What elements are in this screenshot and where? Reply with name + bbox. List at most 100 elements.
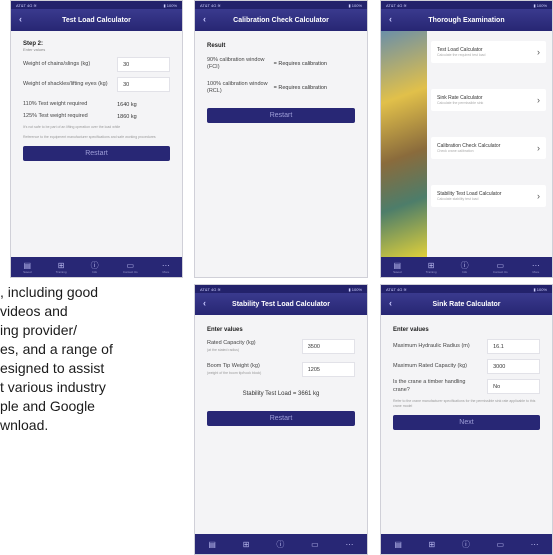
back-icon[interactable]: ‹ [203, 14, 206, 24]
page-title: Stability Test Load Calculator [232, 300, 330, 308]
training-icon: ⊞ [427, 260, 435, 270]
status-bar: AT&T 4G ≋ ▮ 100% [381, 1, 552, 9]
list-item-calibration[interactable]: Calibration Check Calculator Check crane … [431, 137, 546, 159]
list-sub: Check crane calibration [437, 149, 474, 153]
tab-more[interactable]: ⋯ [346, 540, 354, 549]
tab-saved[interactable]: ▤ Saved [23, 261, 32, 274]
row-label: 90% calibration window (FCI) [207, 57, 265, 71]
contact-icon: ▭ [126, 260, 135, 270]
result-value: 1640 kg [117, 101, 137, 108]
status-bar: AT&T 4G ≋ ▮ 100% [195, 285, 367, 293]
back-icon[interactable]: ‹ [203, 298, 206, 308]
nav-bar: ‹ Calibration Check Calculator [195, 9, 367, 31]
training-icon: ⊞ [428, 539, 436, 549]
note: Refer to the crane manufacturer specific… [393, 399, 536, 408]
nav-bar: ‹ Sink Rate Calculator [381, 293, 552, 315]
tab-contact[interactable]: ▭ [496, 540, 504, 549]
list-sub: Calculate the required test load [437, 53, 486, 57]
tab-bar: ▤ Saved ⊞ Training ⓘ Info ▭ Contact Us ⋯ More [11, 257, 182, 277]
info-icon: ⓘ [461, 539, 470, 549]
article-line: wnload. [0, 417, 49, 433]
saved-icon: ▤ [393, 260, 402, 270]
tab-saved[interactable]: ▤ [208, 540, 216, 549]
rated-capacity-input[interactable]: 3000 [487, 359, 540, 374]
article-line: esigned to assist [0, 360, 105, 376]
tab-bar: ▤ Saved ⊞ Training ⓘ Info ▭ Contact Us ⋯ More [381, 257, 552, 277]
field-label: Maximum Rated Capacity (kg) [393, 362, 467, 369]
site-photo [381, 31, 427, 257]
training-icon: ⊞ [57, 260, 65, 270]
tab-more[interactable]: ⋯ More [532, 261, 540, 274]
timber-crane-select[interactable]: No [487, 379, 540, 394]
article-line: ple and Google [0, 398, 95, 414]
shackles-weight-input[interactable]: 30 [117, 77, 170, 92]
phone-calibration-check: AT&T 4G ≋ ▮ 100% ‹ Calibration Check Calc… [194, 0, 368, 278]
status-bar: AT&T 4G ≋ ▮ 100% [195, 1, 367, 9]
list-sub: Calculate the permissible sink [437, 101, 484, 105]
training-icon: ⊞ [242, 539, 250, 549]
tab-training[interactable]: ⊞ Training [426, 261, 437, 274]
restart-button[interactable]: Restart [207, 411, 355, 426]
chevron-right-icon: › [537, 143, 540, 153]
saved-icon: ▤ [394, 539, 402, 549]
tab-bar: ▤ ⊞ ⓘ ▭ ⋯ [195, 534, 367, 554]
tab-training[interactable]: ⊞ Training [56, 261, 67, 274]
list-item-stability[interactable]: Stability Test Load Calculator Calculate … [431, 185, 546, 207]
tab-training[interactable]: ⊞ [429, 540, 436, 549]
hydraulic-radius-input[interactable]: 16.1 [487, 339, 540, 354]
list-item-sink-rate[interactable]: Sink Rate Calculator Calculate the permis… [431, 89, 546, 111]
tab-info[interactable]: ⓘ Info [461, 261, 469, 274]
article-line: ing provider/ [0, 322, 78, 338]
back-icon[interactable]: ‹ [19, 14, 22, 24]
article-line: es, and a range of [0, 341, 113, 357]
field-sub: (at the stated radius) [207, 347, 240, 352]
tab-contact[interactable]: ▭ Contact Us [123, 261, 138, 274]
nav-bar: ‹ Test Load Calculator [11, 9, 182, 31]
tab-training[interactable]: ⊞ [243, 540, 250, 549]
article-line: t various industry [0, 379, 106, 395]
restart-button[interactable]: Restart [207, 107, 355, 123]
tab-saved[interactable]: ▤ [394, 540, 402, 549]
tab-info[interactable]: ⓘ [276, 540, 284, 549]
restart-button[interactable]: Restart [23, 146, 170, 162]
info-icon: ⓘ [90, 260, 99, 270]
tab-contact[interactable]: ▭ Contact Us [493, 261, 508, 274]
next-button[interactable]: Next [393, 414, 540, 430]
phone-thorough-examination: AT&T 4G ≋ ▮ 100% ‹ Thorough Examination T… [380, 0, 553, 278]
tab-contact[interactable]: ▭ [311, 540, 319, 549]
phone-sink-rate: AT&T 4G ≋ ▮ 100% ‹ Sink Rate Calculator E… [380, 284, 553, 555]
row-value: = Requires calibration [273, 61, 327, 68]
chevron-right-icon: › [537, 47, 540, 57]
tab-saved[interactable]: ▤ Saved [393, 261, 402, 274]
tab-more[interactable]: ⋯ [531, 540, 539, 549]
phone-test-load-calculator: AT&T 4G ≋ ▮ 100% ‹ Test Load Calculator S… [10, 0, 183, 278]
enter-values-label: Enter values [207, 327, 243, 333]
result-value: 1860 kg [117, 113, 137, 120]
more-icon: ⋯ [530, 539, 539, 549]
note: Reference to the equipment manufacturer … [23, 135, 156, 140]
contact-icon: ▭ [496, 539, 505, 549]
note: It's not safe to be part of an lifting o… [23, 125, 121, 130]
field-label: Rated Capacity (kg) [207, 340, 256, 347]
boom-tip-weight-input[interactable]: 1205 [301, 362, 355, 377]
article-line: , including good [0, 284, 99, 300]
saved-icon: ▤ [208, 539, 216, 549]
list-item-test-load[interactable]: Test Load Calculator Calculate the requir… [431, 41, 546, 63]
tab-info[interactable]: ⓘ Info [91, 261, 99, 274]
contact-icon: ▭ [496, 260, 505, 270]
rated-capacity-input[interactable]: 3500 [301, 339, 355, 354]
back-icon[interactable]: ‹ [389, 14, 392, 24]
page-title: Thorough Examination [428, 16, 505, 24]
tab-info[interactable]: ⓘ [462, 540, 470, 549]
chains-weight-input[interactable]: 30 [117, 57, 170, 72]
chevron-right-icon: › [537, 191, 540, 201]
contact-icon: ▭ [311, 539, 319, 549]
result-label: 110% Test weight required [23, 101, 88, 107]
more-icon: ⋯ [345, 539, 354, 549]
enter-values-label: Enter values [393, 327, 429, 333]
phone-stability-test-load: AT&T 4G ≋ ▮ 100% ‹ Stability Test Load Ca… [194, 284, 368, 555]
page-title: Calibration Check Calculator [233, 16, 329, 24]
back-icon[interactable]: ‹ [389, 298, 392, 308]
page-title: Sink Rate Calculator [432, 300, 501, 308]
tab-more[interactable]: ⋯ More [162, 261, 170, 274]
